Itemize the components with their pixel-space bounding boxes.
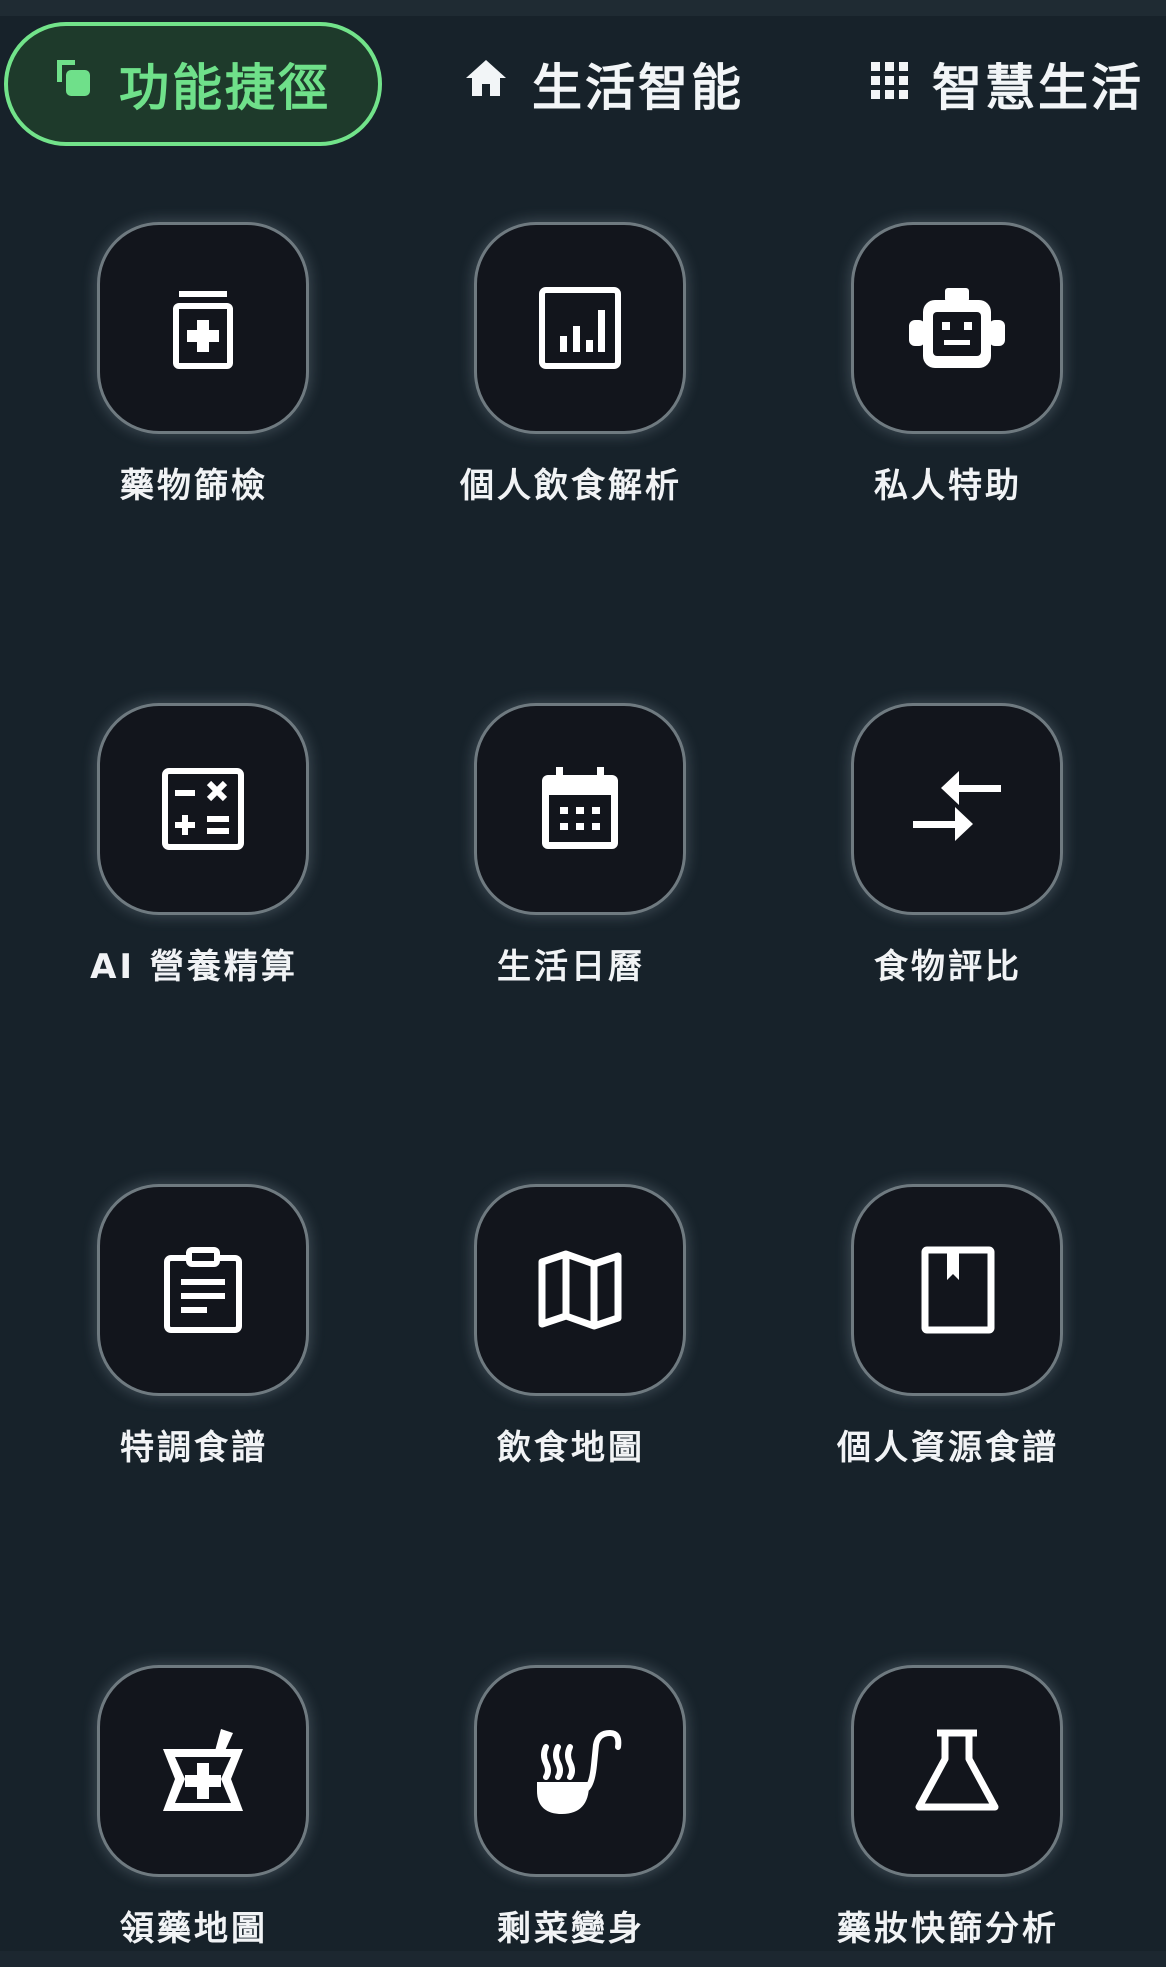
- flask-icon: [915, 1729, 999, 1811]
- feature-grid: 藥物篩檢 個人飲食解析 私人特助 AI 營養精算 生活日曆 食物評比 特調食譜 …: [0, 0, 1166, 1967]
- feature-label: 剩菜變身: [497, 1909, 645, 1949]
- book-icon: [921, 1246, 995, 1334]
- feature-label: 飲食地圖: [497, 1428, 645, 1468]
- feature-label: 食物評比: [874, 947, 1022, 987]
- feature-diet-map[interactable]: 飲食地圖: [421, 1184, 721, 1484]
- feature-personal-assistant[interactable]: 私人特助: [798, 222, 1098, 522]
- mortar-pestle-icon: [163, 1729, 243, 1811]
- feature-label: 私人特助: [874, 466, 1022, 506]
- feature-label: 藥物篩檢: [120, 466, 268, 506]
- feature-personal-resource-recipe[interactable]: 個人資源食譜: [798, 1184, 1098, 1484]
- feature-pharmacy-map[interactable]: 領藥地圖: [44, 1665, 344, 1965]
- clipboard-icon: [164, 1247, 242, 1333]
- compare-arrows-icon: [913, 771, 1001, 841]
- calculator-icon: [162, 768, 244, 850]
- feature-label: 領藥地圖: [120, 1909, 268, 1949]
- soup-ladle-icon: [537, 1729, 622, 1815]
- feature-tile[interactable]: [97, 1665, 309, 1877]
- feature-tile[interactable]: [851, 1665, 1063, 1877]
- bottom-bar-strip: [0, 1951, 1166, 1967]
- feature-ai-nutrition[interactable]: AI 營養精算: [44, 703, 344, 1003]
- feature-medicine-screening[interactable]: 藥物篩檢: [44, 222, 344, 522]
- feature-label: 個人資源食譜: [837, 1428, 1059, 1468]
- feature-diet-analysis[interactable]: 個人飲食解析: [421, 222, 721, 522]
- feature-tile[interactable]: [97, 1184, 309, 1396]
- feature-label: 生活日曆: [497, 947, 645, 987]
- robot-icon: [909, 288, 1005, 368]
- feature-tile[interactable]: [851, 703, 1063, 915]
- feature-tile[interactable]: [97, 222, 309, 434]
- feature-tile[interactable]: [851, 222, 1063, 434]
- feature-tile[interactable]: [474, 1184, 686, 1396]
- feature-special-recipe[interactable]: 特調食譜: [44, 1184, 344, 1484]
- feature-leftover-makeover[interactable]: 剩菜變身: [421, 1665, 721, 1965]
- feature-tile[interactable]: [474, 222, 686, 434]
- medicine-bottle-icon: [173, 291, 233, 369]
- feature-label: AI 營養精算: [90, 947, 298, 987]
- feature-cosmetics-screening[interactable]: 藥妝快篩分析: [798, 1665, 1098, 1965]
- feature-tile[interactable]: [851, 1184, 1063, 1396]
- map-icon: [538, 1250, 622, 1330]
- feature-label: 藥妝快篩分析: [837, 1909, 1059, 1949]
- feature-label: 特調食譜: [120, 1428, 268, 1468]
- bar-chart-icon: [539, 287, 621, 369]
- feature-tile[interactable]: [474, 703, 686, 915]
- feature-food-compare[interactable]: 食物評比: [798, 703, 1098, 1003]
- feature-tile[interactable]: [97, 703, 309, 915]
- feature-tile[interactable]: [474, 1665, 686, 1877]
- calendar-icon: [542, 767, 618, 849]
- feature-label: 個人飲食解析: [460, 466, 682, 506]
- feature-life-calendar[interactable]: 生活日曆: [421, 703, 721, 1003]
